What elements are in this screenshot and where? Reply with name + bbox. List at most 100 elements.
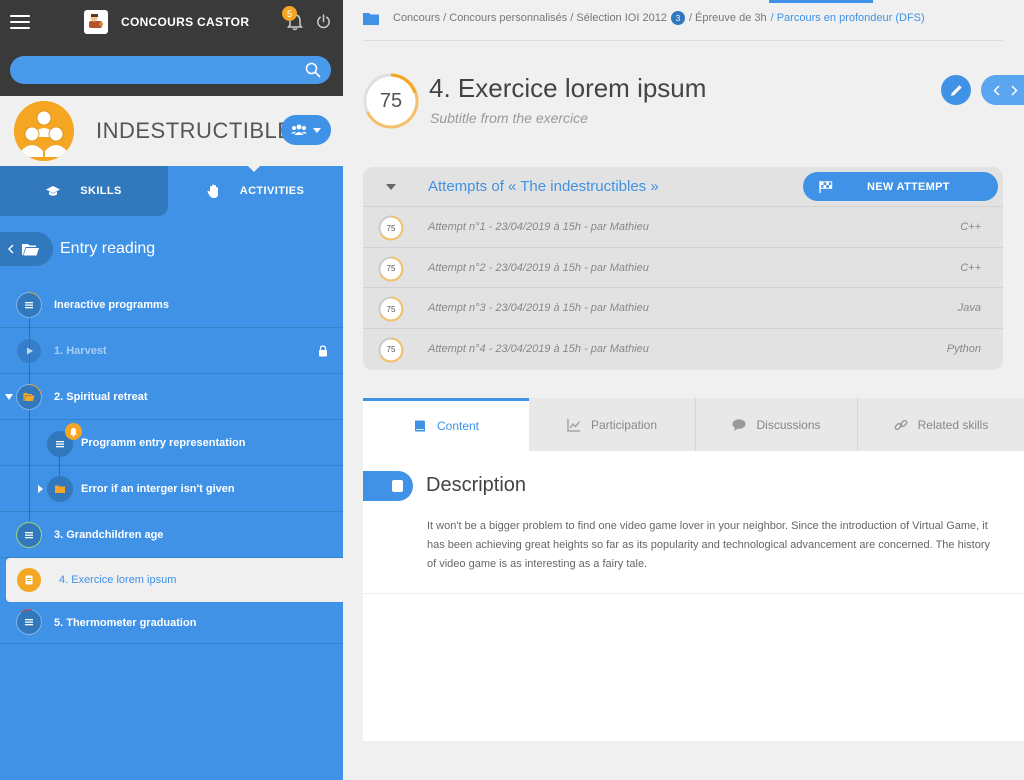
content-card: Description It won't be a bigger problem… bbox=[363, 451, 1024, 741]
activity-tree: Ineractive programms 1. Harvest 2. Spiri… bbox=[0, 282, 343, 644]
line-chart-icon bbox=[567, 418, 580, 432]
attempt-row[interactable]: 75 Attempt n°4 - 23/04/2019 à 15h - par … bbox=[363, 329, 1003, 370]
search-area bbox=[0, 44, 343, 96]
tree-item-harvest[interactable]: 1. Harvest bbox=[0, 328, 343, 374]
divider bbox=[363, 40, 1003, 41]
tab-related-skills-label: Related skills bbox=[917, 417, 989, 432]
breadcrumb-current: / Parcours en profondeur (DFS) bbox=[770, 12, 925, 24]
tree-item-label: 2. Spiritual retreat bbox=[54, 390, 148, 403]
chevron-left-icon[interactable] bbox=[992, 84, 1000, 96]
attempt-text: Attempt n°3 - 23/04/2019 à 15h - par Mat… bbox=[428, 302, 649, 314]
collapse-caret-icon[interactable] bbox=[386, 184, 396, 190]
attempt-row[interactable]: 75 Attempt n°3 - 23/04/2019 à 15h - par … bbox=[363, 288, 1003, 329]
list-icon bbox=[17, 293, 41, 317]
play-icon bbox=[17, 339, 41, 363]
attempt-language: C++ bbox=[960, 261, 981, 274]
chevron-right-icon[interactable] bbox=[1010, 84, 1018, 96]
team-name: INDESTRUCTIBLES bbox=[96, 118, 308, 143]
folder-open-icon bbox=[17, 385, 41, 409]
menu-icon[interactable] bbox=[10, 13, 30, 31]
sidebar-tabs: SKILLS ACTIVITIES bbox=[0, 165, 343, 216]
caret-right-icon[interactable] bbox=[38, 485, 43, 493]
app-logo bbox=[84, 10, 108, 34]
edit-button[interactable] bbox=[941, 75, 971, 105]
tree-item-label: Programm entry representation bbox=[81, 436, 246, 449]
tab-skills-label: SKILLS bbox=[80, 185, 122, 197]
tree-item-exercice-lorem[interactable]: 4. Exercice lorem ipsum bbox=[6, 558, 343, 602]
tab-discussions[interactable]: Discussions bbox=[696, 398, 858, 451]
tree-item-thermometer[interactable]: 5. Thermometer graduation bbox=[0, 602, 343, 644]
tree-item-label: 4. Exercice lorem ipsum bbox=[59, 574, 177, 586]
tree-item-interactive-programs[interactable]: Ineractive programms bbox=[0, 282, 343, 328]
notification-badge: 5 bbox=[282, 6, 297, 21]
tree-item-spiritual-retreat[interactable]: 2. Spiritual retreat bbox=[0, 374, 343, 420]
tab-participation[interactable]: Participation bbox=[529, 398, 696, 451]
tree-item-label: 5. Thermometer graduation bbox=[54, 616, 197, 629]
chevron-down-icon bbox=[313, 127, 321, 133]
sidebar: CONCOURS CASTOR 5 INDESTRUCTIBLES SKILLS… bbox=[0, 0, 343, 780]
main-panel: Concours / Concours personnalisés / Séle… bbox=[343, 0, 1024, 780]
users-icon bbox=[291, 124, 307, 135]
tab-content-label: Content bbox=[436, 419, 480, 433]
tree-item-label: Error if an interger isn't given bbox=[81, 482, 235, 495]
attempt-language: Python bbox=[946, 342, 981, 355]
top-bar: CONCOURS CASTOR 5 bbox=[0, 0, 343, 44]
list-icon bbox=[17, 610, 41, 634]
score-value: 75 bbox=[379, 89, 403, 112]
tab-skills[interactable]: SKILLS bbox=[0, 166, 168, 216]
comment-icon bbox=[732, 418, 746, 431]
new-attempt-label: NEW ATTEMPT bbox=[867, 180, 950, 193]
attempt-score: 75 bbox=[386, 345, 396, 354]
back-button[interactable] bbox=[0, 232, 53, 266]
attempts-header: Attempts of « The indestructibles » NEW … bbox=[363, 167, 1003, 207]
attempt-text: Attempt n°1 - 23/04/2019 à 15h - par Mat… bbox=[428, 221, 649, 233]
graduation-cap-icon bbox=[46, 186, 61, 196]
attempt-row[interactable]: 75 Attempt n°1 - 23/04/2019 à 15h - par … bbox=[363, 207, 1003, 248]
app-title: CONCOURS CASTOR bbox=[121, 15, 250, 29]
tab-content[interactable]: Content bbox=[363, 398, 529, 451]
tree-item-label: 1. Harvest bbox=[54, 344, 107, 357]
caret-down-icon[interactable] bbox=[5, 394, 13, 400]
search-input[interactable] bbox=[10, 56, 331, 84]
search-box bbox=[10, 56, 331, 84]
breadcrumb-epreuve[interactable]: / Épreuve de 3h bbox=[689, 12, 767, 24]
page-title: 4. Exercice lorem ipsum bbox=[429, 73, 707, 103]
attempt-row[interactable]: 75 Attempt n°2 - 23/04/2019 à 15h - par … bbox=[363, 248, 1003, 288]
tree-item-error-integer[interactable]: Error if an interger isn't given bbox=[0, 466, 343, 512]
flag-icon bbox=[819, 180, 833, 193]
attempts-panel: Attempts of « The indestructibles » NEW … bbox=[363, 167, 1003, 370]
breadcrumb-path[interactable]: Concours / Concours personnalisés / Séle… bbox=[393, 12, 667, 24]
tab-related-skills[interactable]: Related skills bbox=[858, 398, 1024, 451]
book-icon bbox=[414, 420, 425, 432]
tab-activities-label: ACTIVITIES bbox=[239, 185, 305, 197]
pencil-icon bbox=[950, 84, 962, 96]
team-header: INDESTRUCTIBLES bbox=[0, 96, 343, 166]
document-icon bbox=[17, 568, 41, 592]
divider bbox=[363, 593, 1024, 594]
team-menu-button[interactable] bbox=[281, 115, 331, 145]
entry-title: Entry reading bbox=[60, 240, 156, 257]
tab-activities[interactable]: ACTIVITIES bbox=[168, 165, 343, 216]
list-icon bbox=[17, 523, 41, 547]
search-icon[interactable] bbox=[305, 62, 321, 78]
tree-item-label: Ineractive programms bbox=[54, 298, 169, 311]
page-subtitle: Subtitle from the exercice bbox=[430, 110, 588, 126]
hand-icon bbox=[207, 184, 218, 198]
description-tag bbox=[363, 471, 413, 501]
tree-item-grandchildren-age[interactable]: 3. Grandchildren age bbox=[0, 512, 343, 558]
top-accent-bar bbox=[769, 0, 873, 3]
tree-item-programm-entry[interactable]: Programm entry representation bbox=[0, 420, 343, 466]
attempt-score: 75 bbox=[386, 264, 396, 273]
power-icon[interactable] bbox=[316, 14, 331, 29]
new-attempt-button[interactable]: NEW ATTEMPT bbox=[803, 172, 998, 201]
notification-icon bbox=[65, 423, 82, 440]
attempt-text: Attempt n°4 - 23/04/2019 à 15h - par Mat… bbox=[428, 342, 649, 355]
content-tabs: Content Participation Discussions Relate… bbox=[363, 398, 1024, 451]
team-avatar bbox=[14, 101, 74, 161]
section-title: Description bbox=[426, 474, 527, 496]
attempt-language: Java bbox=[957, 302, 981, 314]
attempts-title: Attempts of « The indestructibles » bbox=[428, 178, 659, 195]
attempt-score: 75 bbox=[386, 223, 396, 233]
folder-icon[interactable] bbox=[363, 12, 379, 25]
chevron-left-icon bbox=[8, 244, 14, 254]
